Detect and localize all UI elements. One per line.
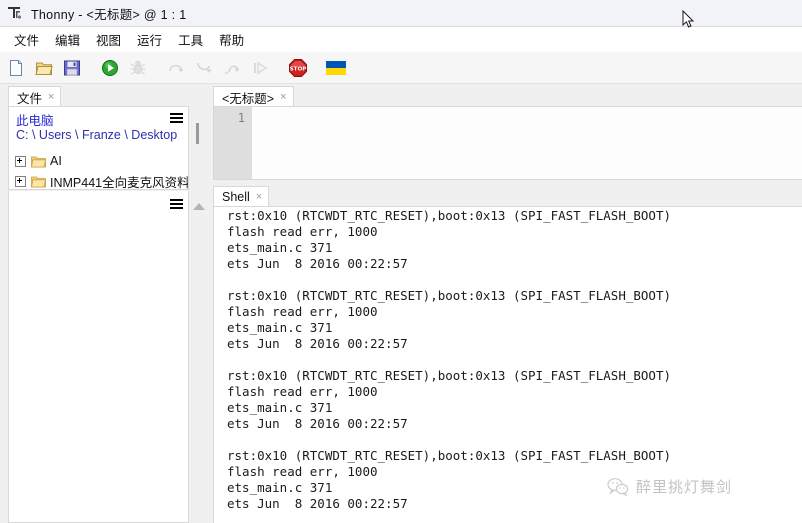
menu-item-view[interactable]: 视图 (88, 28, 129, 51)
step-over-icon[interactable] (164, 56, 188, 80)
shell-output: rst:0x10 (RTCWDT_RTC_RESET),boot:0x13 (S… (227, 207, 672, 511)
menu-item-edit[interactable]: 编辑 (47, 28, 88, 51)
editor-tabstrip: <无标题> × (205, 84, 802, 107)
line-number: 1 (237, 111, 245, 125)
hamburger-icon[interactable] (170, 113, 183, 123)
stop-icon[interactable]: STOP (286, 56, 310, 80)
tab-shell-label: Shell (222, 190, 250, 204)
svg-text:STOP: STOP (290, 66, 307, 72)
tab-untitled-label: <无标题> (222, 91, 275, 106)
this-pc-label[interactable]: 此电脑 (16, 110, 54, 129)
save-icon[interactable] (60, 56, 84, 80)
resume-icon[interactable] (248, 56, 272, 80)
tab-files-label: 文件 (17, 91, 43, 106)
files-browser: 此电脑 C: \ Users \ Franze \ Desktop AI INM… (8, 106, 189, 190)
file-tree: AI INMP441全向麦克风资料(1) (9, 151, 188, 190)
tree-item-inmp441[interactable]: INMP441全向麦克风资料(1) (9, 171, 188, 190)
editor-shell-pane: <无标题> × 1 Shell × rst:0x10 (RTCWDT_RTC_R… (205, 84, 802, 523)
menu-bar: 文件 编辑 视图 运行 工具 帮助 (0, 27, 802, 52)
pane-splitter[interactable] (190, 84, 205, 523)
tree-item-label: AI (50, 154, 62, 168)
expand-icon[interactable] (15, 155, 26, 167)
new-file-icon[interactable] (4, 56, 28, 80)
thonny-window: Thonny - <无标题> @ 1 : 1 文件 编辑 视图 运行 工具 帮助 (0, 0, 802, 523)
close-icon[interactable]: × (256, 191, 262, 203)
code-editor[interactable]: 1 (213, 106, 802, 180)
debug-bug-icon[interactable] (126, 56, 150, 80)
open-folder-icon[interactable] (32, 56, 56, 80)
editor-text-area[interactable] (252, 107, 802, 179)
step-out-icon[interactable] (220, 56, 244, 80)
work-area: 文件 × 此电脑 C: \ Users \ Franze \ Desktop A… (0, 84, 802, 523)
shell-console[interactable]: rst:0x10 (RTCWDT_RTC_RESET),boot:0x13 (S… (213, 206, 802, 523)
menu-item-run[interactable]: 运行 (129, 28, 170, 51)
shell-tabstrip: Shell × (205, 184, 802, 207)
ukraine-flag-icon[interactable] (324, 56, 348, 80)
menu-item-help[interactable]: 帮助 (211, 28, 252, 51)
menu-item-file[interactable]: 文件 (6, 28, 47, 51)
step-into-icon[interactable] (192, 56, 216, 80)
tab-untitled[interactable]: <无标题> × (213, 86, 294, 107)
toolbar: STOP (0, 52, 802, 84)
splitter-grip[interactable] (196, 123, 199, 144)
expand-icon[interactable] (15, 175, 26, 187)
run-icon[interactable] (98, 56, 122, 80)
line-number-gutter: 1 (214, 107, 252, 179)
tab-shell[interactable]: Shell × (213, 186, 270, 207)
menu-item-tools[interactable]: 工具 (170, 28, 211, 51)
files-lower-panel (8, 191, 189, 523)
thonny-app-icon (7, 5, 23, 21)
folder-icon (31, 175, 46, 188)
close-icon[interactable]: × (280, 91, 286, 103)
tree-item-ai[interactable]: AI (9, 151, 188, 171)
folder-icon (31, 155, 46, 168)
window-title: Thonny - <无标题> @ 1 : 1 (31, 7, 187, 22)
files-pane: 文件 × 此电脑 C: \ Users \ Franze \ Desktop A… (0, 84, 190, 523)
close-icon[interactable]: × (48, 91, 54, 103)
tab-files[interactable]: 文件 × (8, 86, 62, 107)
scroll-up-arrow-icon[interactable] (193, 203, 205, 210)
hamburger-icon[interactable] (170, 199, 183, 209)
breadcrumb[interactable]: C: \ Users \ Franze \ Desktop (16, 128, 177, 142)
title-bar: Thonny - <无标题> @ 1 : 1 (0, 0, 802, 27)
tree-item-label: INMP441全向麦克风资料(1) (50, 175, 188, 190)
files-tabstrip: 文件 × (0, 84, 190, 107)
